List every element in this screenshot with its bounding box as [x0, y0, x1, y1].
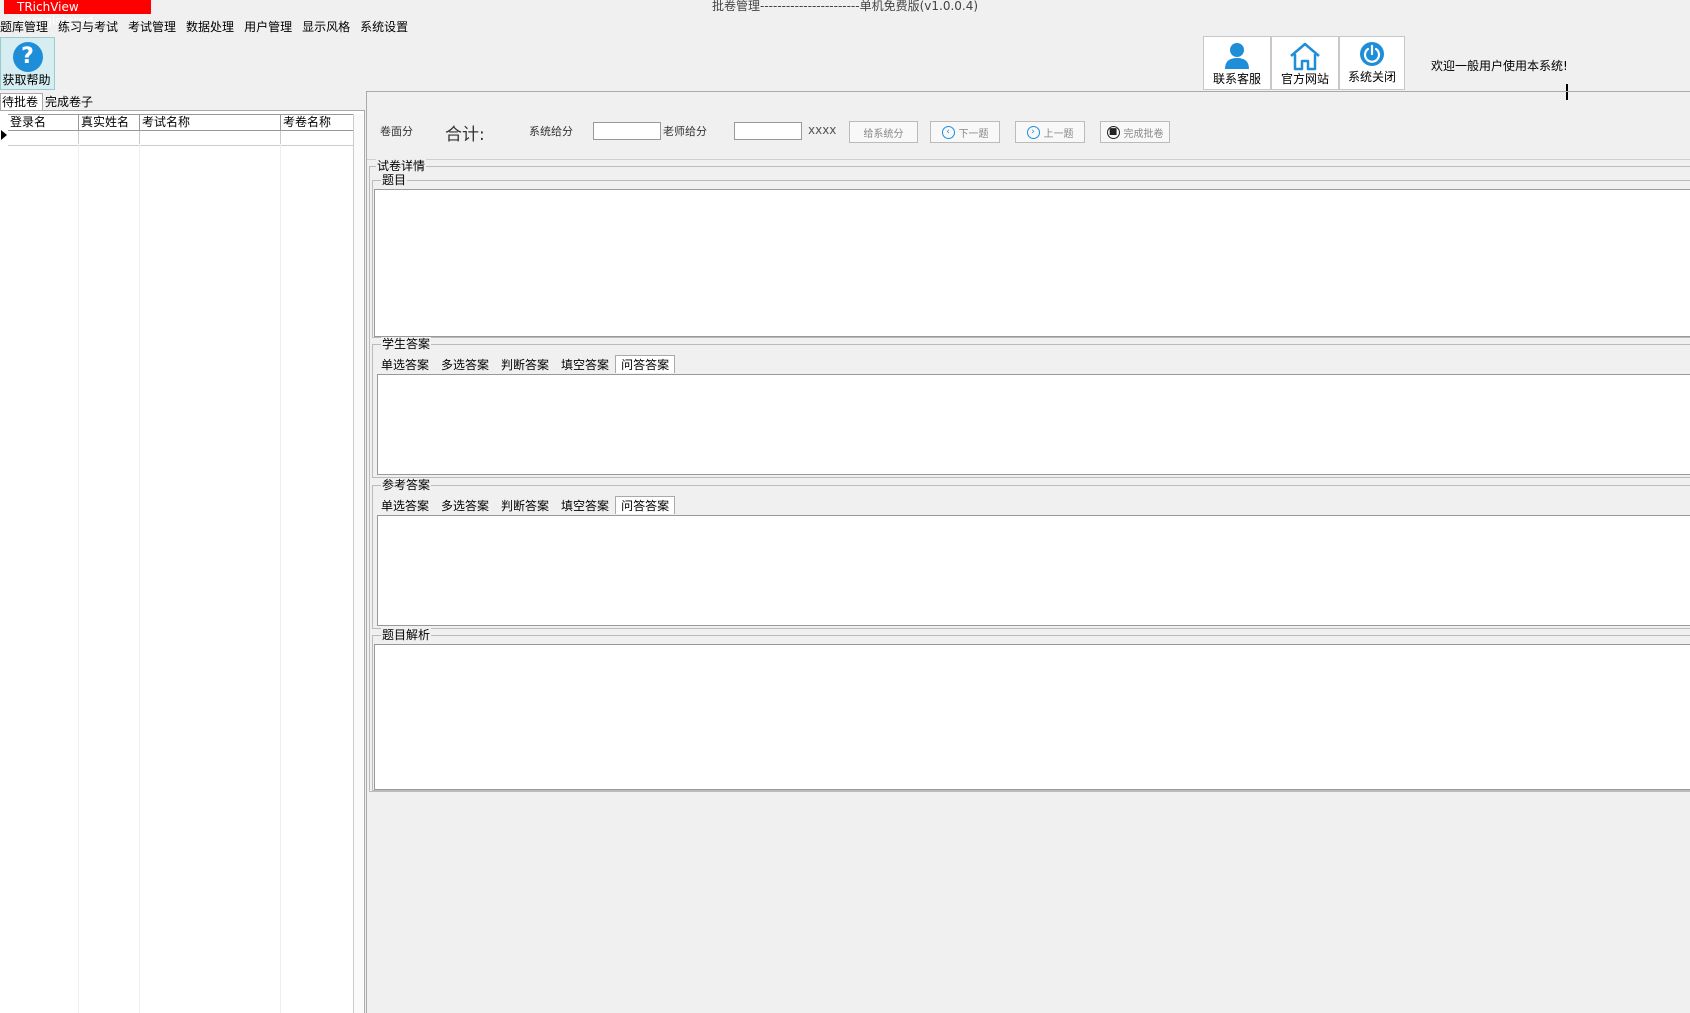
question-icon: ? — [12, 42, 43, 72]
menu-question-bank[interactable]: 题库管理 — [0, 18, 53, 36]
col-real-name[interactable]: 真实姓名 — [79, 115, 140, 130]
menu-data-processing[interactable]: 数据处理 — [181, 18, 239, 36]
system-close-button[interactable]: 系统关闭 — [1339, 36, 1405, 90]
student-answer-content[interactable] — [377, 374, 1690, 475]
score-placeholder-text: xxxx — [808, 123, 837, 137]
chevron-right-circle-icon: › — [1026, 125, 1040, 139]
tab-true-false[interactable]: 判断答案 — [495, 496, 555, 514]
tab-fill-blank[interactable]: 填空答案 — [555, 496, 615, 514]
welcome-message: 欢迎一般用户使用本系统! — [1431, 59, 1568, 73]
official-website-button[interactable]: 官方网站 — [1271, 36, 1339, 90]
previous-question-button[interactable]: › 上一题 — [1015, 121, 1085, 143]
papers-grid[interactable]: 登录名 真实姓名 考试名称 考卷名称 — [8, 114, 354, 1013]
question-analysis-group: 题目解析 — [372, 628, 1690, 791]
paper-details-group: 试卷详情 题目 学生答案 单选答案 多选答案 判断答案 填空答案 问答答案 参考… — [369, 159, 1690, 792]
grid-header: 登录名 真实姓名 考试名称 考卷名称 — [8, 114, 354, 131]
tab-multiple-choice[interactable]: 多选答案 — [435, 355, 495, 373]
grading-toolbar: 卷面分 合计: 系统给分 老师给分 xxxx 给系统分 ‹ 下一题 › 上一题 … — [367, 92, 1690, 160]
reference-answer-group: 参考答案 单选答案 多选答案 判断答案 填空答案 问答答案 — [372, 478, 1690, 629]
student-answer-label: 学生答案 — [381, 337, 432, 351]
reference-answer-content[interactable] — [377, 515, 1690, 626]
grading-panel: 卷面分 合计: 系统给分 老师给分 xxxx 给系统分 ‹ 下一题 › 上一题 … — [366, 91, 1690, 1013]
give-system-score-label: 给系统分 — [863, 128, 904, 140]
finish-grading-button[interactable]: ■ 完成批卷 — [1100, 121, 1170, 143]
registration-badge: TRichView unregistered — [4, 0, 151, 28]
power-icon — [1340, 39, 1404, 69]
current-row-arrow-icon — [0, 128, 8, 142]
col-paper-name[interactable]: 考卷名称 — [281, 115, 354, 130]
tab-single-choice[interactable]: 单选答案 — [375, 496, 435, 514]
teacher-score-label: 老师给分 — [663, 125, 707, 138]
reference-answer-label: 参考答案 — [381, 478, 432, 492]
tab-true-false[interactable]: 判断答案 — [495, 355, 555, 373]
next-question-button[interactable]: ‹ 下一题 — [930, 121, 1000, 143]
teacher-score-input[interactable] — [734, 122, 802, 140]
tab-essay[interactable]: 问答答案 — [615, 496, 676, 514]
tab-completed-papers[interactable]: 完成卷子 — [43, 93, 98, 110]
menu-system-settings[interactable]: 系统设置 — [355, 18, 413, 36]
window-title: 批卷管理-----------------------单机免费版(v1.0.0.… — [712, 0, 979, 13]
give-system-score-button[interactable]: 给系统分 — [849, 121, 918, 143]
finish-grading-label: 完成批卷 — [1123, 128, 1164, 140]
tab-fill-blank[interactable]: 填空答案 — [555, 355, 615, 373]
pending-papers-panel: 登录名 真实姓名 考试名称 考卷名称 — [0, 110, 365, 1013]
next-question-label: 下一题 — [958, 128, 989, 140]
grid-scrollbar[interactable] — [353, 114, 363, 1013]
student-answer-group: 学生答案 单选答案 多选答案 判断答案 填空答案 问答答案 — [372, 337, 1690, 478]
system-score-label: 系统给分 — [529, 125, 573, 138]
contact-support-label: 联系客服 — [1212, 72, 1261, 86]
tab-single-choice[interactable]: 单选答案 — [375, 355, 435, 373]
menu-bar: 题库管理 练习与考试 考试管理 数据处理 用户管理 显示风格 系统设置 — [0, 18, 413, 36]
system-score-input[interactable] — [593, 122, 661, 140]
home-icon — [1272, 41, 1338, 71]
get-help-button[interactable]: ? 获取帮助 — [0, 37, 55, 90]
question-analysis-content[interactable] — [374, 644, 1690, 790]
stop-circle-icon: ■ — [1106, 125, 1120, 139]
question-label: 题目 — [381, 173, 408, 187]
question-group: 题目 — [372, 173, 1690, 338]
question-analysis-label: 题目解析 — [381, 628, 432, 642]
user-icon — [1204, 41, 1270, 71]
col-exam-name[interactable]: 考试名称 — [140, 115, 281, 130]
tab-multiple-choice[interactable]: 多选答案 — [435, 496, 495, 514]
get-help-label: 获取帮助 — [2, 73, 51, 87]
question-content[interactable] — [374, 189, 1690, 337]
previous-question-label: 上一题 — [1043, 128, 1074, 140]
student-answer-tabs: 单选答案 多选答案 判断答案 填空答案 问答答案 — [375, 355, 676, 373]
menu-exam-management[interactable]: 考试管理 — [123, 18, 181, 36]
contact-support-button[interactable]: 联系客服 — [1203, 36, 1271, 90]
chevron-left-circle-icon: ‹ — [941, 125, 955, 139]
menu-user-management[interactable]: 用户管理 — [239, 18, 297, 36]
paper-details-label: 试卷详情 — [376, 159, 427, 173]
tab-essay[interactable]: 问答答案 — [615, 355, 676, 373]
tab-pending-papers[interactable]: 待批卷 — [0, 93, 44, 110]
paper-score-label: 卷面分 — [380, 125, 413, 138]
col-login-name[interactable]: 登录名 — [8, 115, 79, 130]
left-tab-bar: 待批卷 完成卷子 — [0, 93, 98, 110]
official-website-label: 官方网站 — [1280, 72, 1329, 86]
total-label: 合计: — [445, 125, 485, 145]
reference-answer-tabs: 单选答案 多选答案 判断答案 填空答案 问答答案 — [375, 496, 676, 514]
system-close-label: 系统关闭 — [1347, 70, 1396, 84]
table-row[interactable] — [8, 131, 354, 146]
menu-display-style[interactable]: 显示风格 — [297, 18, 355, 36]
menu-practice-exam[interactable]: 练习与考试 — [53, 18, 123, 36]
